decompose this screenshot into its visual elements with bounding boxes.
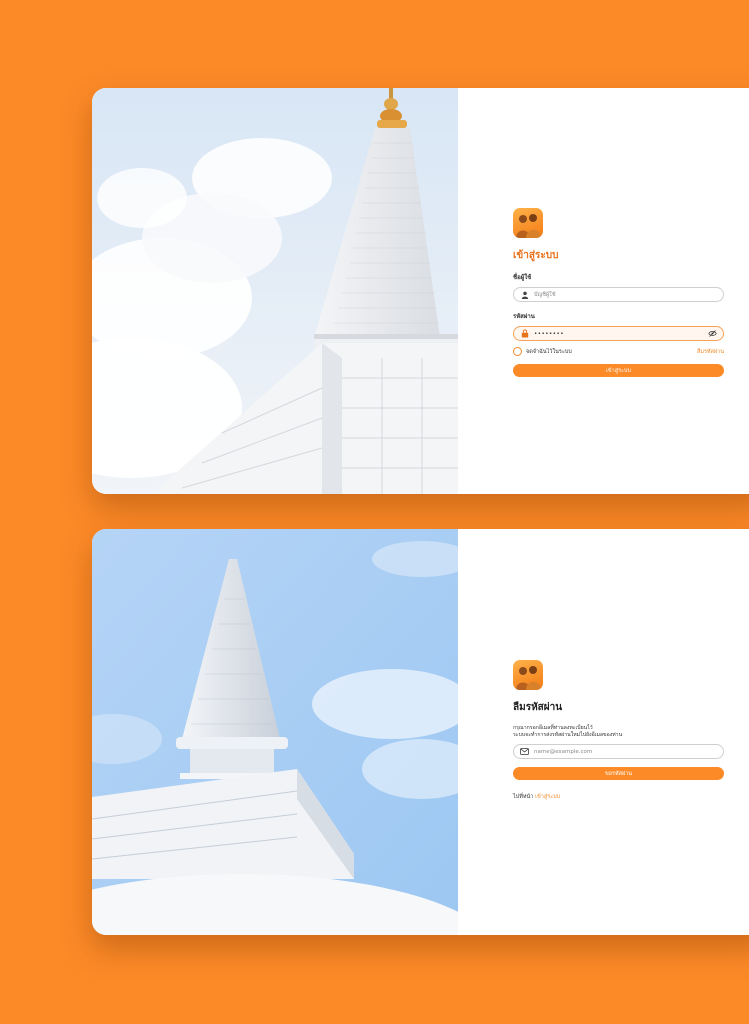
username-input[interactable]: บัญชีผู้ใช้ — [513, 287, 724, 302]
password-value: •••••••• — [534, 330, 564, 337]
remember-label: จดจำฉันไว้ในระบบ — [526, 348, 572, 355]
email-input[interactable]: name@example.com — [513, 744, 724, 759]
login-title: เข้าสู่ระบบ — [513, 250, 559, 261]
lock-icon — [520, 329, 529, 338]
description-line-1: กรุณากรอกอีเมลที่ท่านลงทะเบียนไว้ — [513, 725, 593, 731]
app-logo — [513, 660, 543, 690]
forgot-password-card: ลืมรหัสผ่าน กรุณากรอกอีเมลที่ท่านลงทะเบี… — [92, 529, 749, 935]
app-logo — [513, 208, 543, 238]
login-card: เข้าสู่ระบบ ชื่อผู้ใช้ บัญชีผู้ใช้ รหัสผ… — [92, 88, 749, 494]
back-to-login-link[interactable]: เข้าสู่ระบบ — [535, 794, 560, 800]
eye-slash-icon[interactable] — [708, 329, 717, 338]
forgot-password-link[interactable]: ลืมรหัสผ่าน — [697, 348, 724, 356]
stupa-photo — [92, 529, 458, 935]
mail-icon — [520, 747, 529, 756]
description-line-2: ระบบจะทำการส่งรหัสผ่านใหม่ไปยังอีเมลของท… — [513, 732, 623, 738]
back-to-login: ไปที่หน้า เข้าสู่ระบบ — [513, 793, 724, 801]
forgot-description: กรุณากรอกอีเมลที่ท่านลงทะเบียนไว้ ระบบจะ… — [513, 725, 724, 739]
back-prefix: ไปที่หน้า — [513, 794, 534, 800]
password-label: รหัสผ่าน — [513, 313, 535, 320]
login-button[interactable]: เข้าสู่ระบบ — [513, 364, 724, 377]
forgot-title: ลืมรหัสผ่าน — [513, 702, 563, 713]
remember-checkbox[interactable] — [513, 347, 522, 356]
user-icon — [520, 290, 529, 299]
username-placeholder: บัญชีผู้ใช้ — [534, 291, 556, 298]
email-placeholder: name@example.com — [534, 748, 593, 755]
login-form: เข้าสู่ระบบ ชื่อผู้ใช้ บัญชีผู้ใช้ รหัสผ… — [513, 208, 724, 377]
forgot-form: ลืมรหัสผ่าน กรุณากรอกอีเมลที่ท่านลงทะเบี… — [513, 660, 724, 801]
request-password-button[interactable]: ขอรหัสผ่าน — [513, 767, 724, 780]
username-label: ชื่อผู้ใช้ — [513, 274, 532, 281]
stupa-photo — [92, 88, 458, 494]
password-input[interactable]: •••••••• — [513, 326, 724, 341]
remember-me[interactable]: จดจำฉันไว้ในระบบ — [513, 347, 572, 356]
